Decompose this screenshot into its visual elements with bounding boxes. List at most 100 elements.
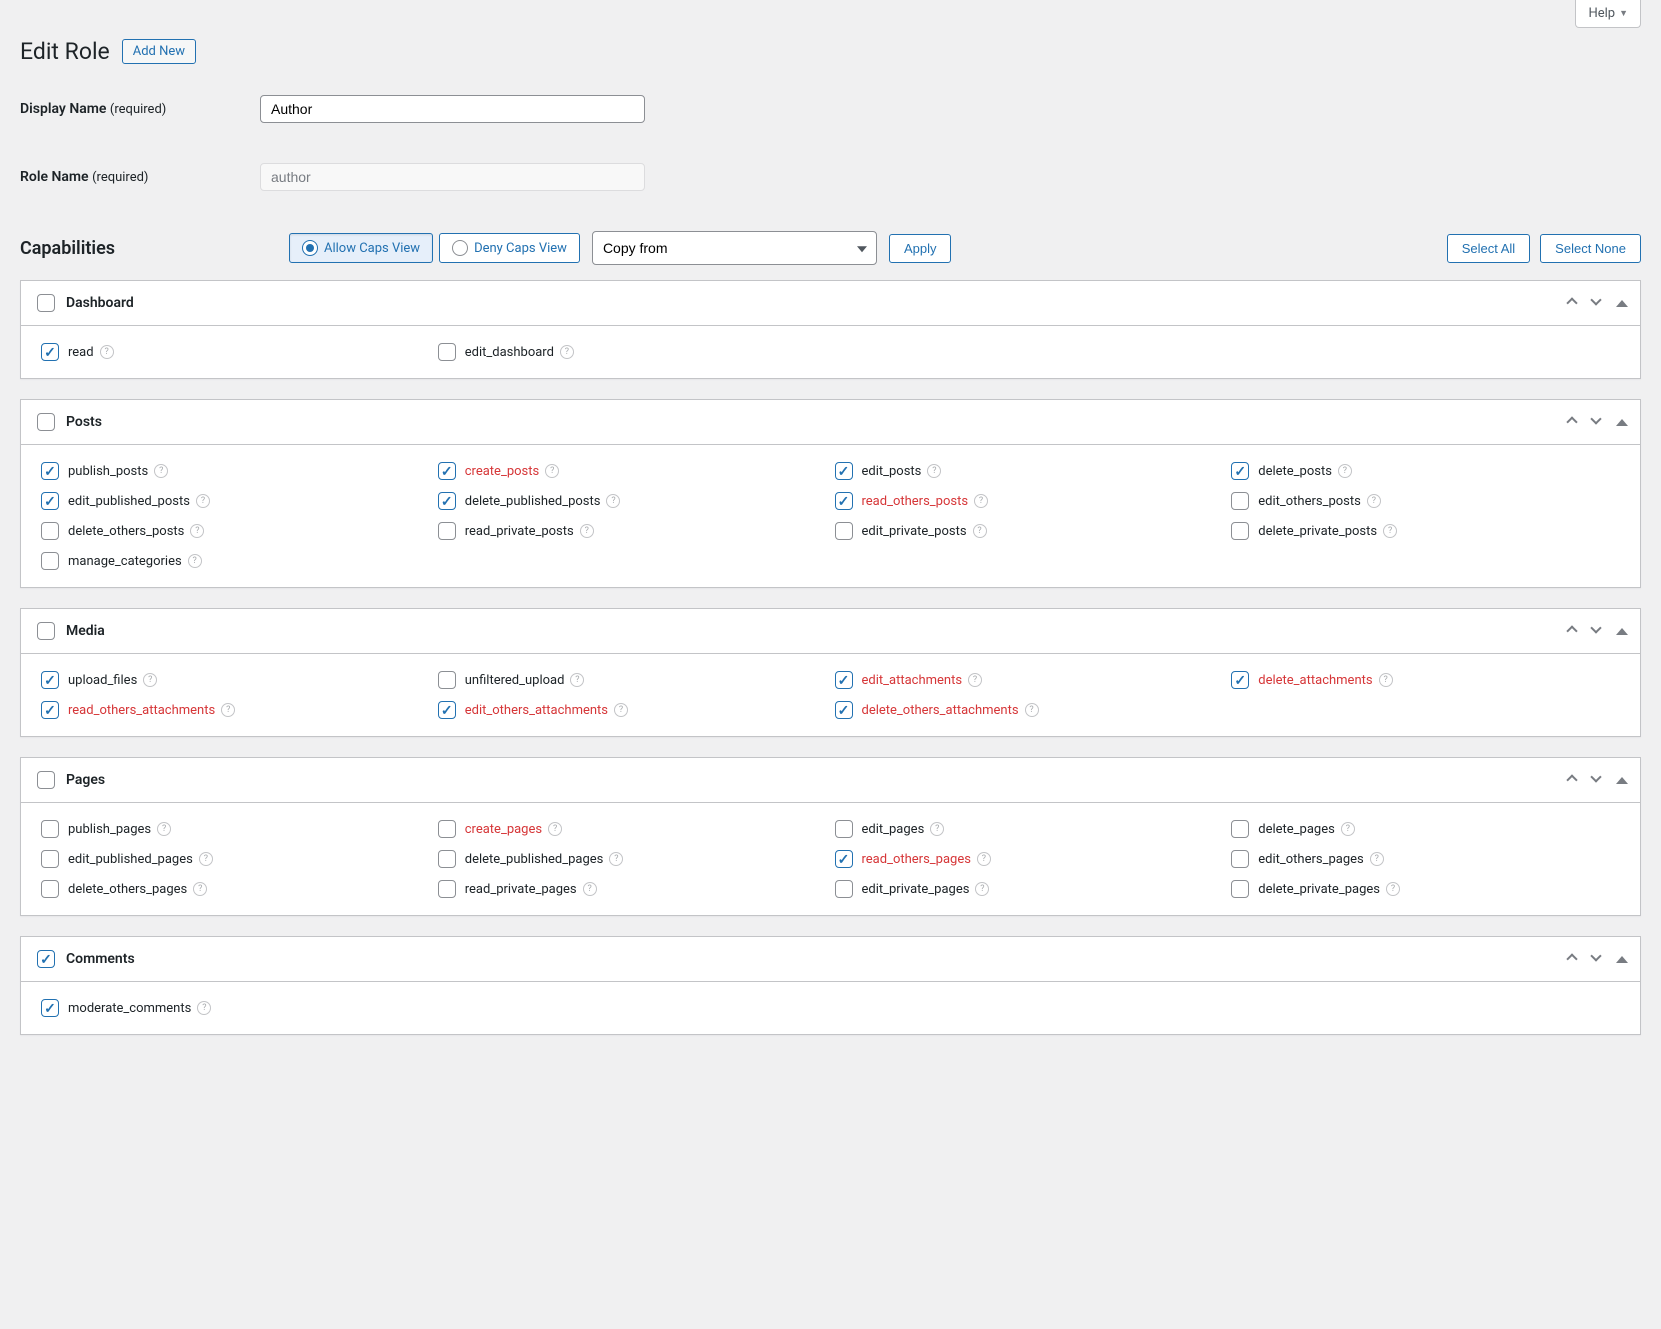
capability-edit_pages[interactable]: edit_pages? — [831, 817, 1228, 841]
capability-checkbox[interactable] — [41, 820, 59, 838]
capability-read_others_posts[interactable]: read_others_posts? — [831, 489, 1228, 513]
capability-checkbox[interactable] — [438, 880, 456, 898]
help-icon[interactable]: ? — [583, 882, 597, 896]
capability-checkbox[interactable] — [41, 999, 59, 1017]
help-icon[interactable]: ? — [1370, 852, 1384, 866]
help-icon[interactable]: ? — [157, 822, 171, 836]
help-icon[interactable]: ? — [154, 464, 168, 478]
collapse-toggle-icon[interactable] — [1616, 415, 1628, 430]
allow-caps-view-radio[interactable]: Allow Caps View — [289, 233, 433, 263]
capability-delete_others_posts[interactable]: delete_others_posts? — [37, 519, 434, 543]
help-icon[interactable]: ? — [968, 673, 982, 687]
capability-checkbox[interactable] — [1231, 850, 1249, 868]
move-down-icon[interactable] — [1592, 415, 1600, 430]
capability-checkbox[interactable] — [438, 671, 456, 689]
capability-edit_others_pages[interactable]: edit_others_pages? — [1227, 847, 1624, 871]
capability-checkbox[interactable] — [835, 850, 853, 868]
help-icon[interactable]: ? — [221, 703, 235, 717]
capability-edit_dashboard[interactable]: edit_dashboard? — [434, 340, 831, 364]
capability-edit_private_pages[interactable]: edit_private_pages? — [831, 877, 1228, 901]
capability-checkbox[interactable] — [835, 522, 853, 540]
collapse-toggle-icon[interactable] — [1616, 773, 1628, 788]
help-icon[interactable]: ? — [188, 554, 202, 568]
help-icon[interactable]: ? — [197, 1001, 211, 1015]
capability-checkbox[interactable] — [41, 701, 59, 719]
help-icon[interactable]: ? — [974, 494, 988, 508]
capability-checkbox[interactable] — [1231, 671, 1249, 689]
help-icon[interactable]: ? — [193, 882, 207, 896]
capability-edit_published_posts[interactable]: edit_published_posts? — [37, 489, 434, 513]
move-down-icon[interactable] — [1592, 296, 1600, 311]
capability-checkbox[interactable] — [438, 492, 456, 510]
help-icon[interactable]: ? — [614, 703, 628, 717]
capability-create_pages[interactable]: create_pages? — [434, 817, 831, 841]
apply-button[interactable]: Apply — [889, 234, 952, 263]
group-select-all-checkbox[interactable] — [37, 771, 55, 789]
help-icon[interactable]: ? — [927, 464, 941, 478]
collapse-toggle-icon[interactable] — [1616, 624, 1628, 639]
help-icon[interactable]: ? — [199, 852, 213, 866]
capability-checkbox[interactable] — [41, 880, 59, 898]
group-select-all-checkbox[interactable] — [37, 622, 55, 640]
capability-edit_attachments[interactable]: edit_attachments? — [831, 668, 1228, 692]
help-icon[interactable]: ? — [1341, 822, 1355, 836]
capability-read_private_posts[interactable]: read_private_posts? — [434, 519, 831, 543]
capability-edit_others_posts[interactable]: edit_others_posts? — [1227, 489, 1624, 513]
select-all-button[interactable]: Select All — [1447, 234, 1530, 263]
help-icon[interactable]: ? — [973, 524, 987, 538]
select-none-button[interactable]: Select None — [1540, 234, 1641, 263]
capability-delete_others_attachments[interactable]: delete_others_attachments? — [831, 698, 1228, 722]
capability-unfiltered_upload[interactable]: unfiltered_upload? — [434, 668, 831, 692]
capability-checkbox[interactable] — [438, 850, 456, 868]
help-icon[interactable]: ? — [1025, 703, 1039, 717]
group-select-all-checkbox[interactable] — [37, 413, 55, 431]
capability-edit_others_attachments[interactable]: edit_others_attachments? — [434, 698, 831, 722]
move-down-icon[interactable] — [1592, 773, 1600, 788]
capability-checkbox[interactable] — [41, 522, 59, 540]
help-icon[interactable]: ? — [1379, 673, 1393, 687]
help-icon[interactable]: ? — [560, 345, 574, 359]
capability-checkbox[interactable] — [41, 850, 59, 868]
capability-create_posts[interactable]: create_posts? — [434, 459, 831, 483]
collapse-toggle-icon[interactable] — [1616, 296, 1628, 311]
capability-delete_published_posts[interactable]: delete_published_posts? — [434, 489, 831, 513]
capability-checkbox[interactable] — [835, 462, 853, 480]
capability-checkbox[interactable] — [438, 462, 456, 480]
collapse-toggle-icon[interactable] — [1616, 952, 1628, 967]
capability-checkbox[interactable] — [1231, 462, 1249, 480]
capability-delete_posts[interactable]: delete_posts? — [1227, 459, 1624, 483]
capability-delete_others_pages[interactable]: delete_others_pages? — [37, 877, 434, 901]
capability-edit_published_pages[interactable]: edit_published_pages? — [37, 847, 434, 871]
add-new-button[interactable]: Add New — [122, 39, 196, 64]
capability-read_others_attachments[interactable]: read_others_attachments? — [37, 698, 434, 722]
help-icon[interactable]: ? — [548, 822, 562, 836]
capability-checkbox[interactable] — [1231, 522, 1249, 540]
help-icon[interactable]: ? — [1386, 882, 1400, 896]
help-icon[interactable]: ? — [100, 345, 114, 359]
capability-delete_private_pages[interactable]: delete_private_pages? — [1227, 877, 1624, 901]
capability-checkbox[interactable] — [438, 522, 456, 540]
capability-checkbox[interactable] — [41, 462, 59, 480]
help-tab[interactable]: Help ▼ — [1575, 0, 1641, 28]
capability-delete_pages[interactable]: delete_pages? — [1227, 817, 1624, 841]
capability-moderate_comments[interactable]: moderate_comments? — [37, 996, 434, 1020]
capability-checkbox[interactable] — [41, 552, 59, 570]
help-icon[interactable]: ? — [196, 494, 210, 508]
help-icon[interactable]: ? — [570, 673, 584, 687]
capability-read_private_pages[interactable]: read_private_pages? — [434, 877, 831, 901]
move-up-icon[interactable] — [1568, 952, 1576, 967]
display-name-input[interactable] — [260, 95, 645, 123]
capability-read_others_pages[interactable]: read_others_pages? — [831, 847, 1228, 871]
move-up-icon[interactable] — [1568, 773, 1576, 788]
capability-checkbox[interactable] — [438, 701, 456, 719]
capability-checkbox[interactable] — [835, 701, 853, 719]
group-select-all-checkbox[interactable] — [37, 950, 55, 968]
capability-checkbox[interactable] — [1231, 820, 1249, 838]
help-icon[interactable]: ? — [143, 673, 157, 687]
help-icon[interactable]: ? — [1383, 524, 1397, 538]
move-down-icon[interactable] — [1592, 952, 1600, 967]
move-up-icon[interactable] — [1568, 415, 1576, 430]
capability-checkbox[interactable] — [438, 820, 456, 838]
help-icon[interactable]: ? — [609, 852, 623, 866]
capability-checkbox[interactable] — [41, 671, 59, 689]
